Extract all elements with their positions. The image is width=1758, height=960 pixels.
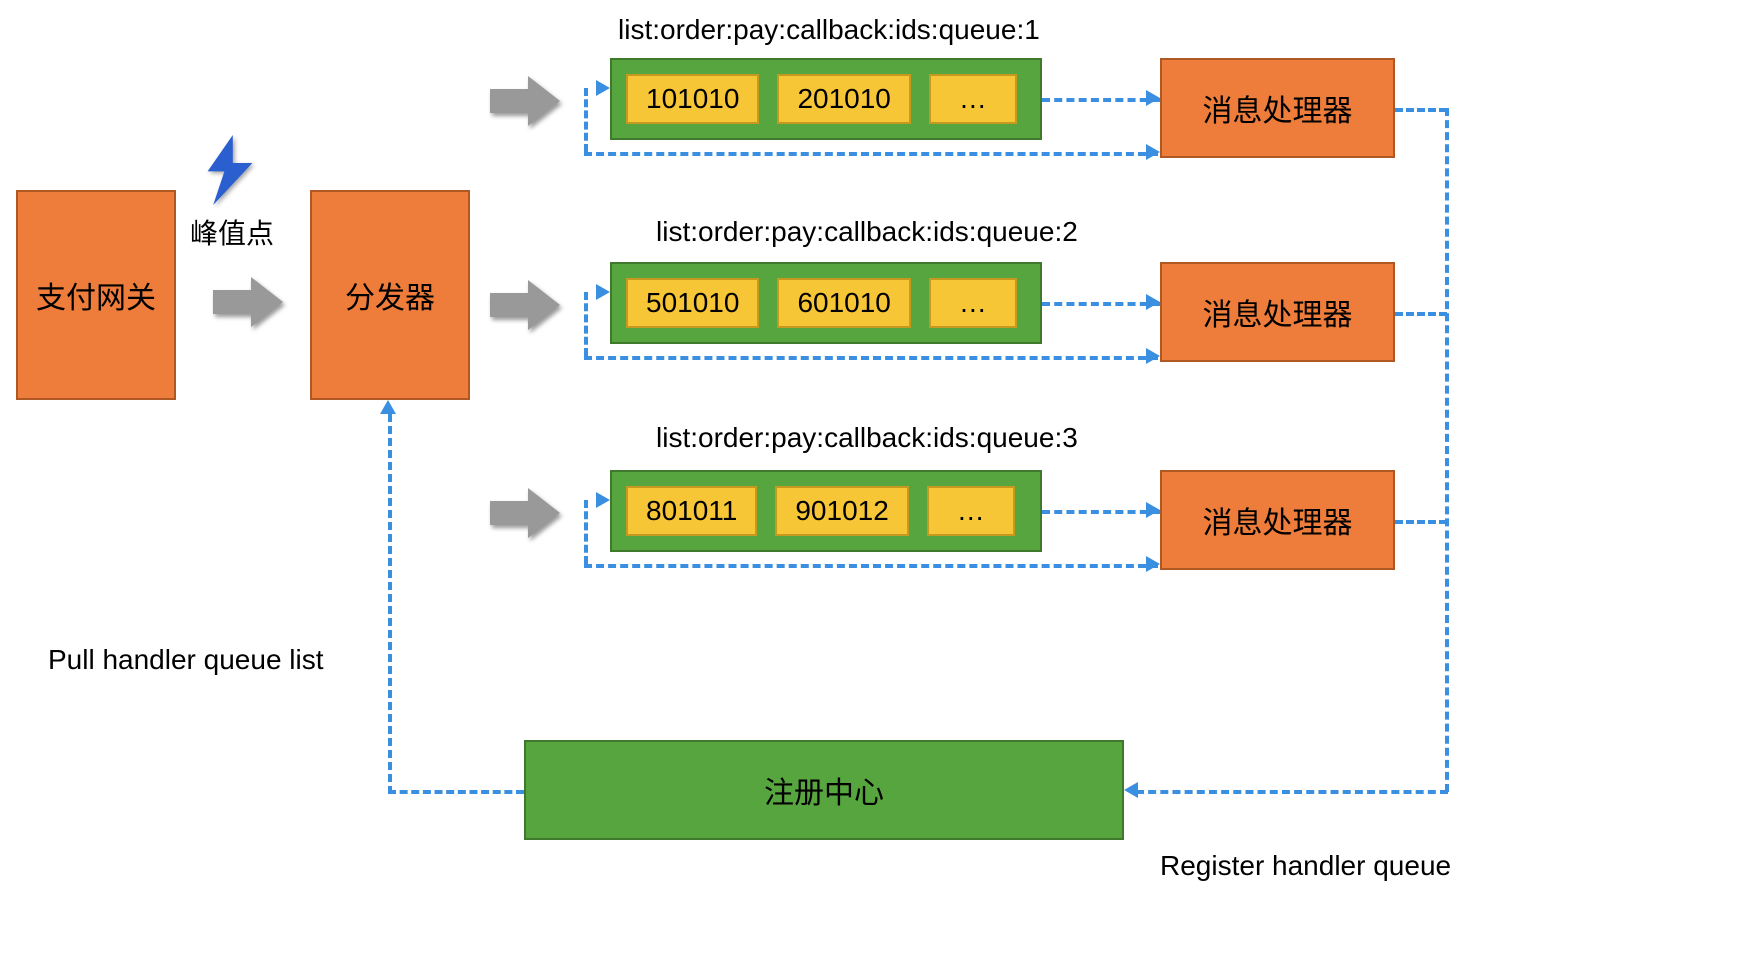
queue-item: 601010 [777,278,910,328]
connector [584,564,1158,568]
arrowhead-icon [1146,556,1160,572]
connector [1136,790,1448,794]
connector [1395,108,1447,112]
handler-box-2: 消息处理器 [1160,262,1395,362]
arrow-icon [490,486,562,540]
connector [388,790,524,794]
gateway-label: 支付网关 [36,273,156,317]
handler-box-1: 消息处理器 [1160,58,1395,158]
handler-box-3: 消息处理器 [1160,470,1395,570]
connector [1042,510,1160,514]
registry-label: 注册中心 [764,768,884,812]
connector [584,152,1158,156]
queue-label-3: list:order:pay:callback:ids:queue:3 [656,422,1078,454]
connector [1445,108,1449,792]
diagram-canvas: 支付网关 分发器 消息处理器 消息处理器 消息处理器 list:order:pa… [0,0,1758,960]
queue-item-ellipsis: … [929,74,1017,124]
arrowhead-icon [380,400,396,414]
queue-item: 201010 [777,74,910,124]
queue-item: 801011 [626,486,757,536]
queue-item: 101010 [626,74,759,124]
connector [1395,312,1447,316]
dispatcher-box: 分发器 [310,190,470,400]
handler-label-3: 消息处理器 [1203,498,1353,542]
queue-box-2: 501010 601010 … [610,262,1042,344]
arrowhead-icon [1146,348,1160,364]
pull-caption: Pull handler queue list [48,644,324,676]
arrowhead-icon [596,80,610,96]
arrowhead-icon [596,492,610,508]
arrow-icon [490,278,562,332]
queue-label-1: list:order:pay:callback:ids:queue:1 [618,14,1040,46]
connector [584,500,588,564]
arrowhead-icon [596,284,610,300]
handler-label-2: 消息处理器 [1203,290,1353,334]
connector [584,88,588,152]
connector [1042,302,1160,306]
peak-point-label: 峰值点 [190,212,274,252]
arrow-icon [490,74,562,128]
connector [584,356,1158,360]
connector [1395,520,1447,524]
handler-label-1: 消息处理器 [1203,86,1353,130]
queue-box-3: 801011 901012 … [610,470,1042,552]
arrow-icon [213,275,285,329]
registry-box: 注册中心 [524,740,1124,840]
connector [584,292,588,356]
gateway-box: 支付网关 [16,190,176,400]
queue-label-2: list:order:pay:callback:ids:queue:2 [656,216,1078,248]
dispatcher-label: 分发器 [345,273,435,317]
arrowhead-icon [1146,144,1160,160]
connector [388,414,392,794]
register-caption: Register handler queue [1160,850,1451,882]
queue-item: 901012 [775,486,908,536]
queue-item-ellipsis: … [929,278,1017,328]
queue-box-1: 101010 201010 … [610,58,1042,140]
arrowhead-icon [1146,294,1160,310]
arrowhead-icon [1146,502,1160,518]
arrowhead-icon [1146,90,1160,106]
lightning-bolt-icon [200,135,260,205]
arrowhead-icon [1124,782,1138,798]
queue-item-ellipsis: … [927,486,1015,536]
queue-item: 501010 [626,278,759,328]
connector [1042,98,1160,102]
